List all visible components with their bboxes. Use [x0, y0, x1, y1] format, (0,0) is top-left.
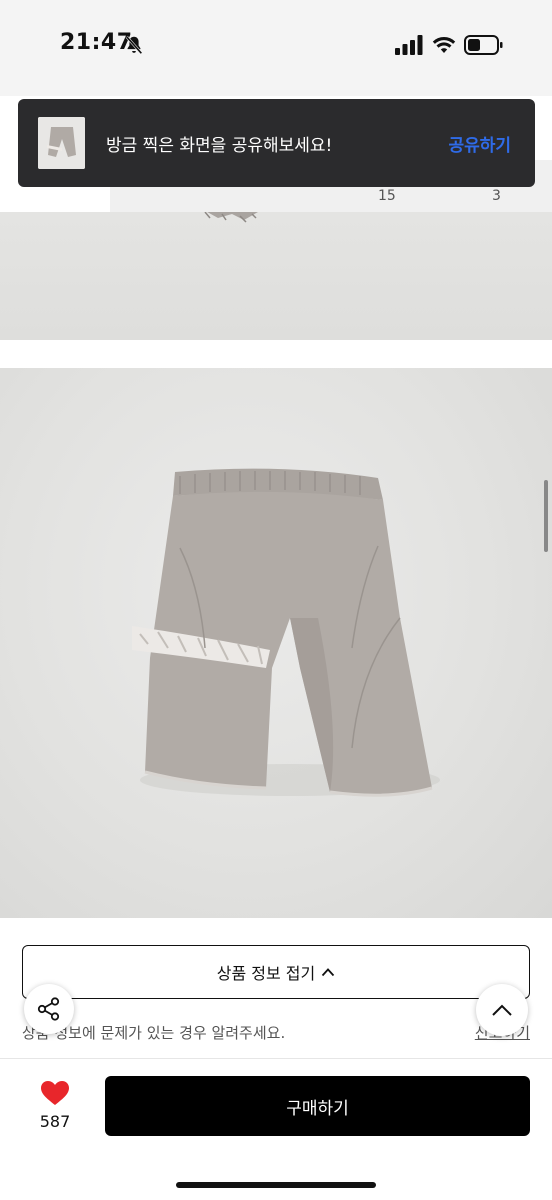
- tab-count-inquiry: 3: [492, 188, 501, 204]
- share-fab-button[interactable]: [24, 984, 74, 1034]
- share-button[interactable]: 공유하기: [448, 131, 511, 156]
- status-time: 21:47: [60, 30, 133, 55]
- divider: [0, 1058, 552, 1059]
- chevron-up-icon: [322, 968, 335, 977]
- screenshot-thumbnail[interactable]: [38, 117, 85, 169]
- buy-button[interactable]: 구매하기: [105, 1076, 530, 1136]
- chevron-up-icon: [492, 1004, 512, 1016]
- status-bar: 21:47: [0, 0, 552, 96]
- signal-icon: [395, 35, 423, 55]
- wifi-icon: [432, 36, 456, 53]
- like-button[interactable]: 587: [28, 1078, 82, 1138]
- scroll-to-top-button[interactable]: [476, 984, 528, 1036]
- buy-label: 구매하기: [286, 1098, 349, 1119]
- report-row: 상품 정보에 문제가 있는 경우 알려주세요. 신고하기: [22, 1022, 530, 1046]
- share-toast: 방금 찍은 화면을 공유해보세요! 공유하기: [18, 99, 535, 187]
- bell-slash-icon: [125, 35, 143, 55]
- product-photo-main: [0, 368, 552, 918]
- battery-icon: [464, 35, 503, 55]
- tab-count-review: 15: [378, 188, 396, 204]
- shorts-hem-image: [204, 212, 258, 223]
- photo-gap: [0, 340, 552, 368]
- sweat-shorts-image: [132, 468, 440, 797]
- home-indicator[interactable]: [176, 1182, 376, 1188]
- scroll-indicator: [544, 480, 548, 552]
- fold-product-info-button[interactable]: 상품 정보 접기: [22, 945, 530, 999]
- fold-label: 상품 정보 접기: [216, 964, 316, 983]
- toast-message: 방금 찍은 화면을 공유해보세요!: [106, 136, 333, 156]
- heart-icon: [41, 1081, 69, 1105]
- share-icon: [37, 997, 60, 1021]
- shorts-thumbnail-image: [38, 117, 85, 169]
- like-count: 587: [39, 1112, 71, 1131]
- product-photo-top: [0, 212, 552, 340]
